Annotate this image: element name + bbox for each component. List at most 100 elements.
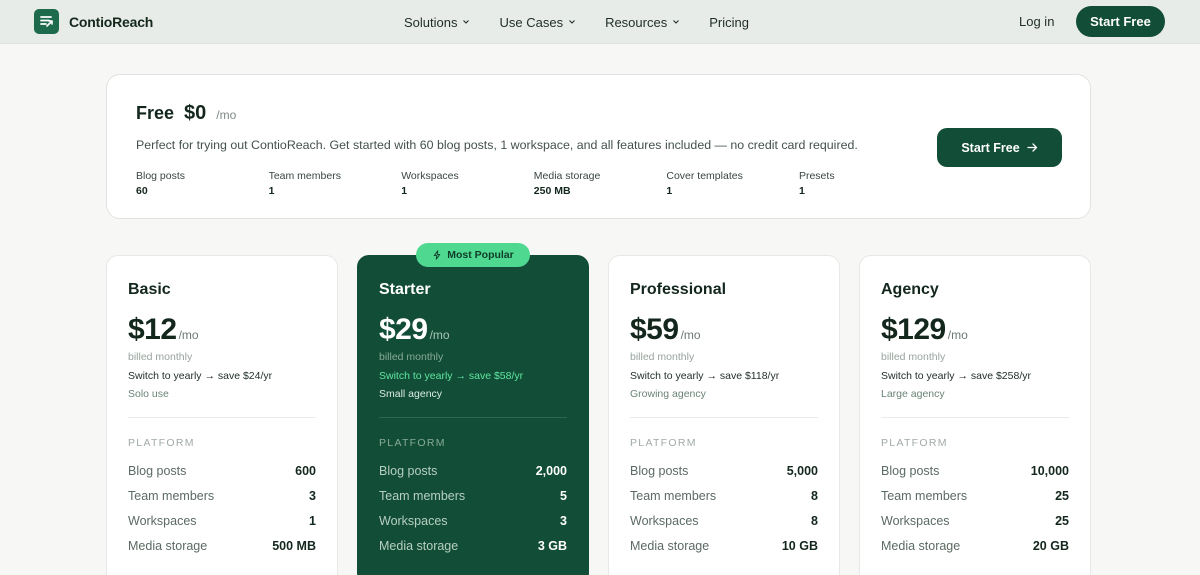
chevron-down-icon — [569, 20, 575, 24]
free-stat-value: 1 — [268, 185, 275, 197]
plan-price: $29 — [379, 313, 428, 346]
top-nav: ContioReach Solutions Use Cases Resource… — [0, 0, 1200, 44]
plan-unit: /mo — [429, 328, 450, 342]
chevron-down-icon — [673, 20, 680, 24]
most-popular-badge: Most Popular — [416, 243, 530, 267]
feature-name: Blog posts — [128, 463, 187, 478]
feature-name: Media storage — [630, 538, 710, 553]
feature-value: 600 — [295, 463, 316, 478]
login-link[interactable]: Log in — [1019, 14, 1054, 29]
plan-card-starter: Starter $29 /mo billed monthly Switch to… — [357, 255, 589, 575]
plan-price: $12 — [128, 313, 177, 346]
plan-price: $59 — [630, 313, 679, 346]
plan-yearly-link[interactable]: Switch to yearly → save $24/yr — [128, 370, 316, 382]
feature-name: Workspaces — [630, 513, 699, 528]
feature-name: Team members — [379, 488, 466, 503]
lightning-icon — [433, 250, 441, 260]
feature-name: Workspaces — [881, 513, 950, 528]
free-plan-price: $0 — [184, 102, 207, 124]
free-stat-label: Cover templates — [666, 170, 743, 182]
plan-feature-row: Media storage 3 GB — [379, 533, 567, 558]
free-stat-label: Blog posts — [136, 170, 186, 182]
feature-value: 2,000 — [535, 463, 567, 478]
nav-use-cases-label: Use Cases — [499, 14, 564, 30]
free-plan-name: Free — [136, 103, 175, 123]
feature-value: 3 — [309, 488, 316, 503]
nav-use-cases[interactable]: Use Cases — [499, 15, 576, 30]
feature-name: Team members — [881, 488, 968, 503]
plan-name: Basic — [128, 281, 171, 298]
free-stat-label: Team members — [268, 170, 341, 182]
feature-value: 10 GB — [781, 538, 818, 553]
nav-links: Solutions Use Cases Resources Pricing — [404, 0, 778, 44]
free-stat-value: 60 — [136, 185, 148, 197]
plan-yearly-link[interactable]: Switch to yearly → save $58/yr — [379, 370, 567, 382]
feature-value: 8 — [811, 488, 818, 503]
plan-feature-row: Blog posts 10,000 — [881, 458, 1069, 483]
free-stat-value: 1 — [666, 185, 673, 197]
feature-value: 1 — [309, 513, 316, 528]
plan-divider — [379, 417, 567, 418]
plan-feature-row: Team members 25 — [881, 483, 1069, 508]
plan-feature-list: Blog posts 2,000 Team members 5 Workspaces… — [379, 458, 567, 558]
plan-feature-row: Team members 8 — [630, 483, 818, 508]
plan-feature-list: Blog posts 5,000 Team members 8 Workspaces… — [630, 458, 818, 558]
plan-divider — [630, 417, 818, 418]
plan-feature-row: Team members 3 — [128, 483, 316, 508]
plan-billing-note: billed monthly — [128, 351, 193, 363]
free-stat-presets: Presets 1 — [799, 170, 932, 197]
free-stat-label: Presets — [798, 170, 835, 182]
plan-billing-note: billed monthly — [379, 351, 444, 363]
plan-billing-note: billed monthly — [881, 351, 946, 363]
nav-resources[interactable]: Resources — [605, 15, 680, 30]
feature-name: Team members — [128, 488, 215, 503]
nav-solutions[interactable]: Solutions — [404, 15, 470, 30]
plan-section-heading: PLATFORM — [630, 437, 697, 449]
plan-audience: Small agency — [379, 388, 443, 400]
plan-section-heading: PLATFORM — [128, 437, 195, 449]
feature-name: Blog posts — [881, 463, 940, 478]
plan-divider — [881, 417, 1069, 418]
free-start-button[interactable]: Start Free — [937, 128, 1062, 167]
feature-name: Workspaces — [128, 513, 197, 528]
plan-card-basic: Basic $12 /mo billed monthly Switch to y… — [106, 255, 338, 575]
plan-divider — [128, 417, 316, 418]
feature-value: 8 — [811, 513, 818, 528]
plan-unit: /mo — [947, 328, 968, 342]
chevron-down-icon — [463, 20, 470, 24]
free-stat-value: 1 — [401, 185, 408, 197]
nav-start-free-button[interactable]: Start Free — [1076, 6, 1165, 37]
plan-audience: Solo use — [128, 388, 169, 400]
free-start-button-label: Start Free — [961, 140, 1020, 155]
brand-logo[interactable]: ContioReach — [34, 9, 153, 34]
nav-pricing[interactable]: Pricing — [709, 15, 749, 30]
feature-value: 3 GB — [537, 538, 567, 553]
plan-unit: /mo — [680, 328, 701, 342]
plan-name: Professional — [630, 281, 727, 298]
plan-name: Starter — [379, 281, 431, 298]
plan-yearly-link[interactable]: Switch to yearly → save $118/yr — [630, 370, 818, 382]
free-plan-unit: /mo — [216, 108, 237, 122]
free-stat-media-storage: Media storage 250 MB — [534, 170, 667, 197]
free-stat-value: 250 MB — [533, 185, 571, 197]
free-plan-card: Free $0 /mo Perfect for trying out Conti… — [106, 74, 1091, 219]
plan-feature-row: Workspaces 3 — [379, 508, 567, 533]
plan-price: $129 — [881, 313, 946, 346]
feature-value: 25 — [1055, 513, 1069, 528]
feature-name: Media storage — [128, 538, 208, 553]
feature-value: 10,000 — [1030, 463, 1069, 478]
feature-name: Team members — [630, 488, 717, 503]
plan-yearly-link[interactable]: Switch to yearly → save $258/yr — [881, 370, 1069, 382]
feature-name: Workspaces — [379, 513, 448, 528]
free-plan-stats: Blog posts 60 Team members 1 Workspaces … — [136, 170, 932, 197]
plan-feature-list: Blog posts 600 Team members 3 Workspaces 1 … — [128, 458, 316, 558]
plan-feature-row: Blog posts 5,000 — [630, 458, 818, 483]
nav-pricing-label: Pricing — [709, 14, 749, 30]
free-stat-label: Workspaces — [401, 170, 459, 182]
feature-name: Blog posts — [379, 463, 438, 478]
plan-section-heading: PLATFORM — [881, 437, 948, 449]
logo-mark-icon — [34, 9, 59, 34]
feature-name: Media storage — [379, 538, 459, 553]
plan-section-heading: PLATFORM — [379, 437, 446, 449]
plan-price-row: $129 /mo — [881, 313, 1069, 347]
